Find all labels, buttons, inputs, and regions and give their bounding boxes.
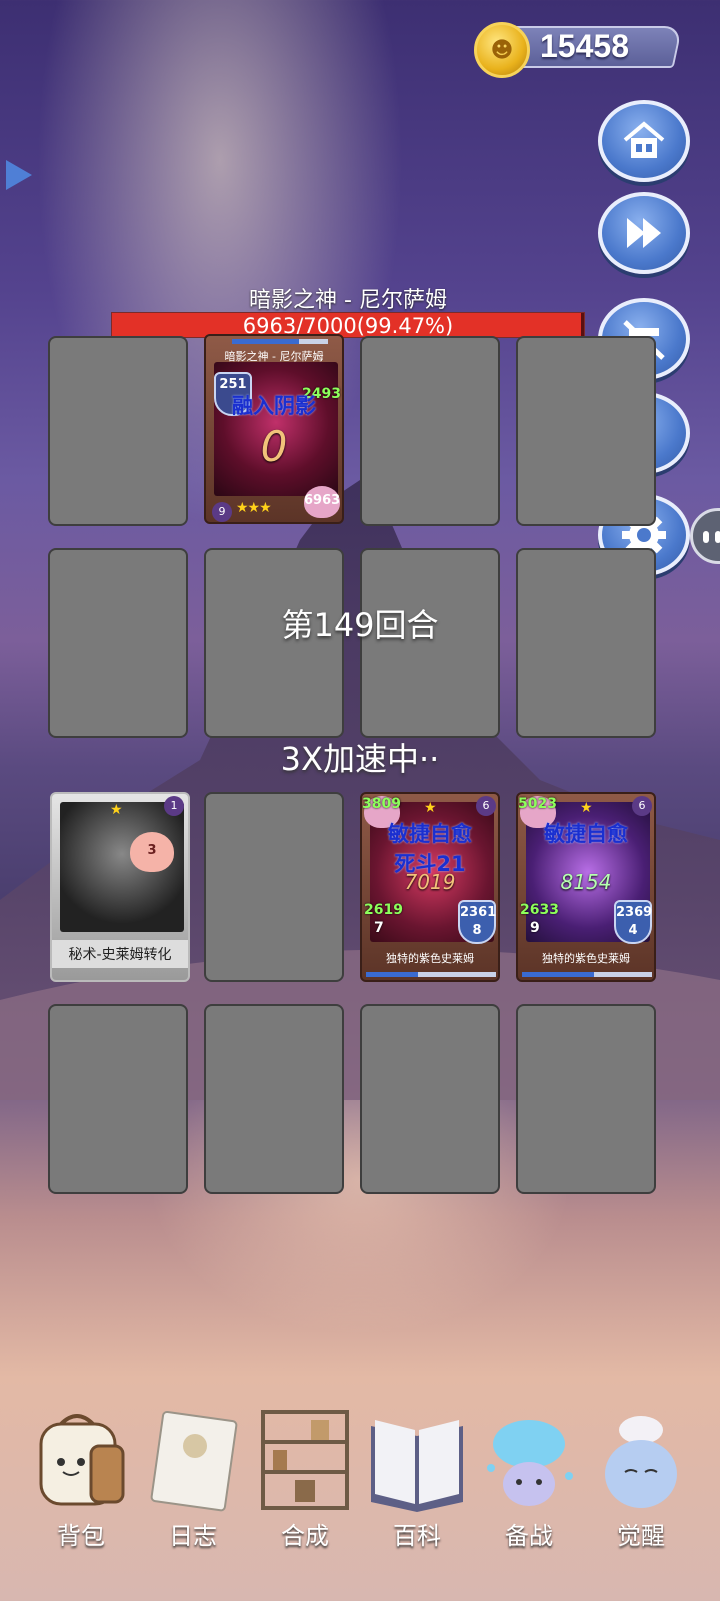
round-counter: 第149回合 bbox=[281, 606, 439, 644]
spell-card-level: 1 bbox=[164, 796, 184, 816]
slime-card-2-level: 6 bbox=[632, 796, 652, 816]
nav-crafting-label: 合成 bbox=[281, 1522, 329, 1550]
slime-card-2-big-number: 8154 bbox=[560, 870, 612, 894]
enemy-slot-3[interactable] bbox=[360, 336, 500, 526]
slime-card-2-hp: 5023 bbox=[518, 796, 557, 812]
nav-prepare-label: 备战 bbox=[505, 1522, 553, 1550]
slime-card-1-armor-shield: 2361 8 bbox=[458, 900, 496, 944]
player-slot-5[interactable] bbox=[48, 1004, 188, 1194]
slime-card-2-armor-shield: 2369 4 bbox=[614, 900, 652, 944]
slime-card-1-title: 独特的紫色史莱姆 bbox=[386, 952, 474, 965]
book-icon bbox=[367, 1406, 467, 1514]
nav-awaken[interactable]: 觉醒 bbox=[584, 1400, 698, 1590]
slime-card-1-progress bbox=[366, 972, 496, 977]
player-slot-7[interactable] bbox=[360, 1004, 500, 1194]
enemy-card-progress bbox=[232, 339, 328, 344]
enemy-slot-4[interactable] bbox=[516, 336, 656, 526]
slime-card-1-armor-count: 8 bbox=[472, 923, 482, 938]
coin-amount: 15458 bbox=[540, 28, 629, 64]
slime-card-1-status-1: 敏捷自愈 bbox=[388, 822, 472, 846]
expand-arrow-icon[interactable] bbox=[6, 160, 32, 190]
enemy-boss-card[interactable]: 暗影之神 - 尼尔萨姆 251 2493 融入阴影 0 9 ★★★ 6963 bbox=[204, 334, 344, 524]
slime-card-1-big-number: 7019 bbox=[404, 870, 456, 894]
spell-card-cost: 3 bbox=[130, 832, 174, 872]
enemy-level-badge: 9 bbox=[212, 502, 232, 522]
slime-card-1-attack: 2619 bbox=[364, 902, 403, 918]
spell-card-star: ★ bbox=[110, 802, 123, 818]
slime-card-1-attack-count: 7 bbox=[374, 920, 384, 936]
player-slime-card-1[interactable]: 3809 ★ 6 敏捷自愈 死斗21 7019 2619 7 2361 8 独特… bbox=[360, 792, 500, 982]
nav-journal-label: 日志 bbox=[169, 1522, 217, 1550]
enemy-big-number: 0 bbox=[260, 422, 288, 471]
enemy-status-effect: 融入阴影 bbox=[232, 394, 316, 418]
slime-card-2-progress bbox=[522, 972, 652, 977]
nav-crafting[interactable]: 合成 bbox=[248, 1400, 362, 1590]
home-button[interactable] bbox=[598, 100, 690, 182]
slime-card-2-title: 独特的紫色史莱姆 bbox=[542, 952, 630, 965]
player-slot-2[interactable] bbox=[204, 792, 344, 982]
nav-encyclopedia[interactable]: 百科 bbox=[360, 1400, 474, 1590]
nav-prepare[interactable]: 备战 bbox=[472, 1400, 586, 1590]
player-slime-card-2[interactable]: 5023 ★ 6 敏捷自愈 8154 2633 9 2369 4 独特的紫色史莱… bbox=[516, 792, 656, 982]
slime-card-2-attack: 2633 bbox=[520, 902, 559, 918]
awaken-slime-icon bbox=[591, 1406, 691, 1514]
journal-icon bbox=[143, 1406, 243, 1514]
enemy-stars: ★★★ bbox=[236, 500, 272, 516]
slime-card-2-armor-count: 4 bbox=[628, 923, 638, 938]
slime-card-1-armor: 2361 bbox=[460, 905, 497, 920]
slime-card-1-hp: 3809 bbox=[362, 796, 401, 812]
nav-journal[interactable]: 日志 bbox=[136, 1400, 250, 1590]
backpack-icon bbox=[31, 1406, 131, 1514]
spell-card-title: 秘术-史莱姆转化 bbox=[52, 940, 188, 968]
nav-backpack[interactable]: 背包 bbox=[24, 1400, 138, 1590]
slime-card-2-attack-count: 9 bbox=[530, 920, 540, 936]
enemy-hp-heart: 6963 bbox=[304, 486, 340, 518]
slime-card-1-level: 6 bbox=[476, 796, 496, 816]
slime-card-2-star: ★ bbox=[580, 800, 593, 816]
slime-card-2-status-1: 敏捷自愈 bbox=[544, 822, 628, 846]
nav-backpack-label: 背包 bbox=[57, 1522, 105, 1550]
slime-icon bbox=[479, 1406, 579, 1514]
speed-indicator: 3X加速中·· bbox=[280, 740, 440, 778]
boss-hp-text: 6963/7000(99.47%) bbox=[242, 314, 454, 338]
player-spell-card[interactable]: ★ 1 3 秘术-史莱姆转化 bbox=[50, 792, 190, 982]
nav-encyclopedia-label: 百科 bbox=[393, 1522, 441, 1550]
player-slot-6[interactable] bbox=[204, 1004, 344, 1194]
coin-icon: ☻ bbox=[474, 22, 530, 78]
nav-awaken-label: 觉醒 bbox=[617, 1522, 665, 1550]
boss-hp-bar: 6963/7000(99.47%) bbox=[111, 312, 585, 338]
player-slot-8[interactable] bbox=[516, 1004, 656, 1194]
fast-forward-button[interactable] bbox=[598, 192, 690, 274]
fast-forward-icon bbox=[627, 218, 661, 248]
bottom-nav: 背包 日志 合成 百科 备战 觉醒 bbox=[0, 1400, 720, 1601]
home-icon bbox=[623, 121, 665, 158]
coin-counter: 15458 ☻ bbox=[474, 22, 684, 78]
slime-card-2-armor: 2369 bbox=[616, 905, 653, 920]
crafting-shelf-icon bbox=[255, 1406, 355, 1514]
boss-name: 暗影之神 - 尼尔萨姆 bbox=[249, 288, 447, 313]
enemy-slot-1[interactable] bbox=[48, 336, 188, 526]
slime-card-1-star: ★ bbox=[424, 800, 437, 816]
